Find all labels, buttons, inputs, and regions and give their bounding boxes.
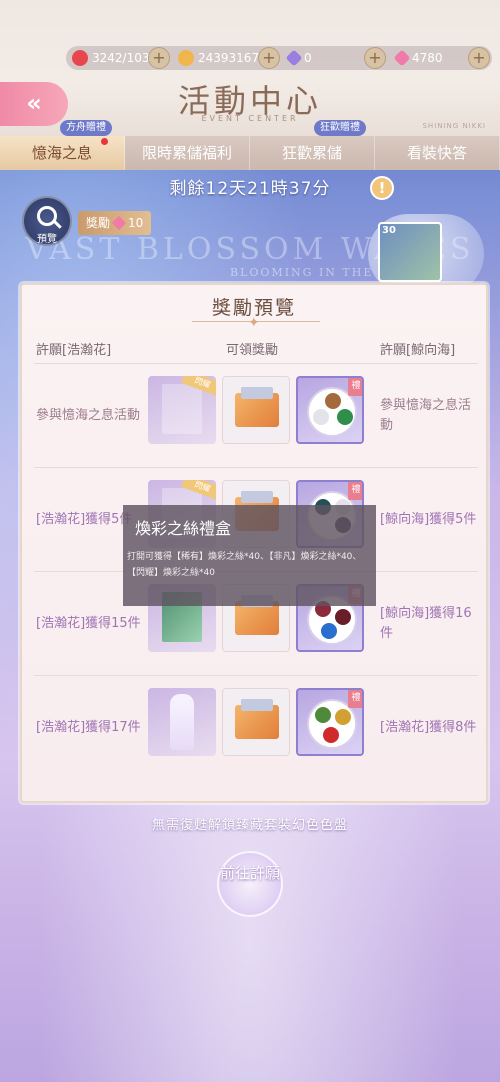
reward-item-paper[interactable]: 閃耀: [148, 376, 216, 444]
column-header-middle: 可領獎勵: [226, 343, 279, 358]
diamond-value: 0: [304, 51, 312, 65]
pink-diamond-counter: 4780: [393, 46, 443, 70]
header: 3242/103 + 24393167 + 0 + 4780 + « 活動中心 …: [0, 0, 500, 136]
heart-icon: [72, 50, 88, 66]
pink-diamond-icon: [111, 215, 127, 231]
tab-badge-carnival-gift: 狂歡贈禮: [314, 120, 366, 136]
star-ornament-icon: ✦: [248, 315, 260, 331]
add-diamond-button[interactable]: +: [364, 47, 386, 69]
column-header-left: 許願[浩瀚花]: [36, 343, 112, 358]
reward-item-palette[interactable]: 禮: [296, 688, 364, 756]
add-stamina-button[interactable]: +: [148, 47, 170, 69]
tab-label: 看裝快答: [406, 144, 467, 162]
gift-box-icon: [235, 699, 279, 739]
stamina-counter: 3242/103: [72, 46, 150, 70]
paper-icon: [162, 384, 202, 434]
diamond-icon: [285, 49, 303, 67]
preview-button[interactable]: 預覽: [22, 196, 72, 246]
reward-row: 參與憶海之息活動 閃耀 禮 參與憶海之息活動: [34, 363, 478, 467]
dress-icon: [170, 694, 194, 750]
row-condition-right: [鯨向海]獲得5件: [380, 512, 477, 527]
stamina-value: 3242/103: [92, 51, 150, 65]
row-condition-right: [浩瀚花]獲得8件: [380, 720, 477, 735]
reward-item-palette[interactable]: 禮: [296, 376, 364, 444]
tab-label: 憶海之息: [31, 144, 92, 162]
gift-tag: 禮: [348, 482, 362, 500]
item-tooltip: 煥彩之絲禮盒 打開可獲得【稀有】煥彩之絲*40、【非凡】煥彩之絲*40、【閃耀】…: [123, 505, 376, 606]
reward-item-gift-box[interactable]: [222, 688, 290, 756]
gold-value: 24393167: [198, 51, 260, 65]
tab-memory-sea[interactable]: 方舟贈禮 憶海之息: [0, 120, 125, 170]
row-condition-left: 參與憶海之息活動: [36, 408, 141, 423]
go-wish-button[interactable]: 前往許願: [217, 851, 283, 917]
notification-dot: [101, 138, 108, 145]
preview-label: 預覽: [37, 234, 57, 245]
bottom-caption: 無需復甦解鎖臻藏套裝幻色色盤: [151, 818, 348, 833]
gift-tag: 禮: [348, 690, 362, 708]
info-icon[interactable]: !: [370, 176, 394, 200]
tooltip-description: 打開可獲得【稀有】煥彩之絲*40、【非凡】煥彩之絲*40、【閃耀】煥彩之絲*40: [127, 552, 362, 578]
tab-bar: 方舟贈禮 憶海之息 限時累儲福利 狂歡贈禮 狂歡累儲 看裝快答: [0, 120, 500, 170]
diamond-counter: 0: [285, 46, 312, 70]
pink-diamond-icon: [393, 49, 411, 67]
tab-carnival-recharge[interactable]: 狂歡贈禮 狂歡累儲: [250, 120, 375, 170]
reward-item-outfit[interactable]: [148, 688, 216, 756]
row-condition-right: [鯨向海]獲得16件: [380, 606, 472, 641]
pink-diamond-value: 4780: [412, 51, 443, 65]
gold-counter: 24393167: [178, 46, 259, 70]
tooltip-title: 煥彩之絲禮盒: [135, 519, 232, 538]
event-card-number: 30: [382, 225, 396, 236]
row-condition-left: [浩瀚花]獲得17件: [36, 720, 141, 735]
tab-outfit-quiz[interactable]: 看裝快答: [375, 136, 500, 170]
add-gold-button[interactable]: +: [258, 47, 280, 69]
countdown-timer: 剩餘12天21時37分: [169, 179, 331, 199]
add-pink-diamond-button[interactable]: +: [468, 47, 490, 69]
gift-tag: 禮: [348, 378, 362, 396]
reward-row: [浩瀚花]獲得17件 禮 [浩瀚花]獲得8件: [34, 675, 478, 779]
reward-cost: 10: [128, 216, 144, 230]
tab-label: 限時累儲福利: [141, 144, 232, 162]
row-condition-right: 參與憶海之息活動: [380, 398, 472, 433]
column-header-right: 許願[鯨向海]: [380, 343, 456, 358]
gold-coin-icon: [178, 50, 194, 66]
tab-label: 狂歡累儲: [281, 144, 342, 162]
tab-badge-ark-gift: 方舟贈禮: [60, 120, 112, 136]
tab-limited-recharge[interactable]: 限時累儲福利: [125, 136, 250, 170]
gift-box-icon: [235, 387, 279, 427]
reward-chip[interactable]: 獎勵 10: [78, 211, 152, 235]
back-button[interactable]: «: [0, 82, 68, 126]
reward-label: 獎勵: [86, 216, 111, 230]
reward-item-gift-box[interactable]: [222, 376, 290, 444]
gift-box-icon: [235, 595, 279, 635]
brand-text: SHINING NIKKI: [422, 122, 486, 130]
